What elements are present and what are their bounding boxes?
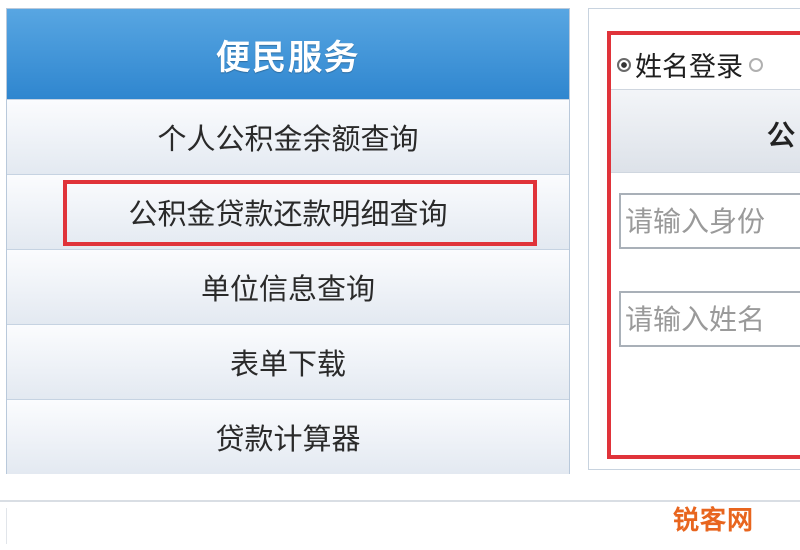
- menu-item-loan-repayment-query[interactable]: 公积金贷款还款明细查询: [7, 174, 569, 249]
- login-title-bar: 公: [611, 89, 800, 173]
- watermark: 锐客网: [672, 506, 754, 536]
- menu-item-label: 公积金贷款还款明细查询: [128, 197, 448, 231]
- menu-item-company-info-query[interactable]: 单位信息查询: [7, 249, 569, 324]
- login-title: 公: [767, 119, 796, 152]
- radio-name-login[interactable]: [617, 57, 631, 72]
- menu-item-label: 表单下载: [229, 347, 346, 381]
- login-panel: 姓名登录 公: [588, 8, 800, 470]
- service-menu-title: 便民服务: [7, 9, 569, 99]
- menu-item-label: 单位信息查询: [200, 272, 375, 306]
- id-number-input[interactable]: [619, 193, 800, 249]
- service-menu: 便民服务 个人公积金余额查询 公积金贷款还款明细查询 单位信息查询 表单下载 贷…: [6, 8, 570, 474]
- menu-item-loan-calculator[interactable]: 贷款计算器: [7, 399, 569, 474]
- menu-item-balance-query[interactable]: 个人公积金余额查询: [7, 99, 569, 174]
- login-mode-selector: 姓名登录: [617, 45, 767, 84]
- menu-item-label: 贷款计算器: [215, 422, 361, 456]
- menu-item-label: 个人公积金余额查询: [157, 122, 419, 156]
- name-input[interactable]: [619, 291, 800, 347]
- login-mode-label: 姓名登录: [635, 52, 743, 83]
- menu-item-form-download[interactable]: 表单下载: [7, 324, 569, 399]
- radio-other-login[interactable]: [749, 57, 763, 72]
- service-menu-list: 个人公积金余额查询 公积金贷款还款明细查询 单位信息查询 表单下载 贷款计算器: [7, 99, 569, 474]
